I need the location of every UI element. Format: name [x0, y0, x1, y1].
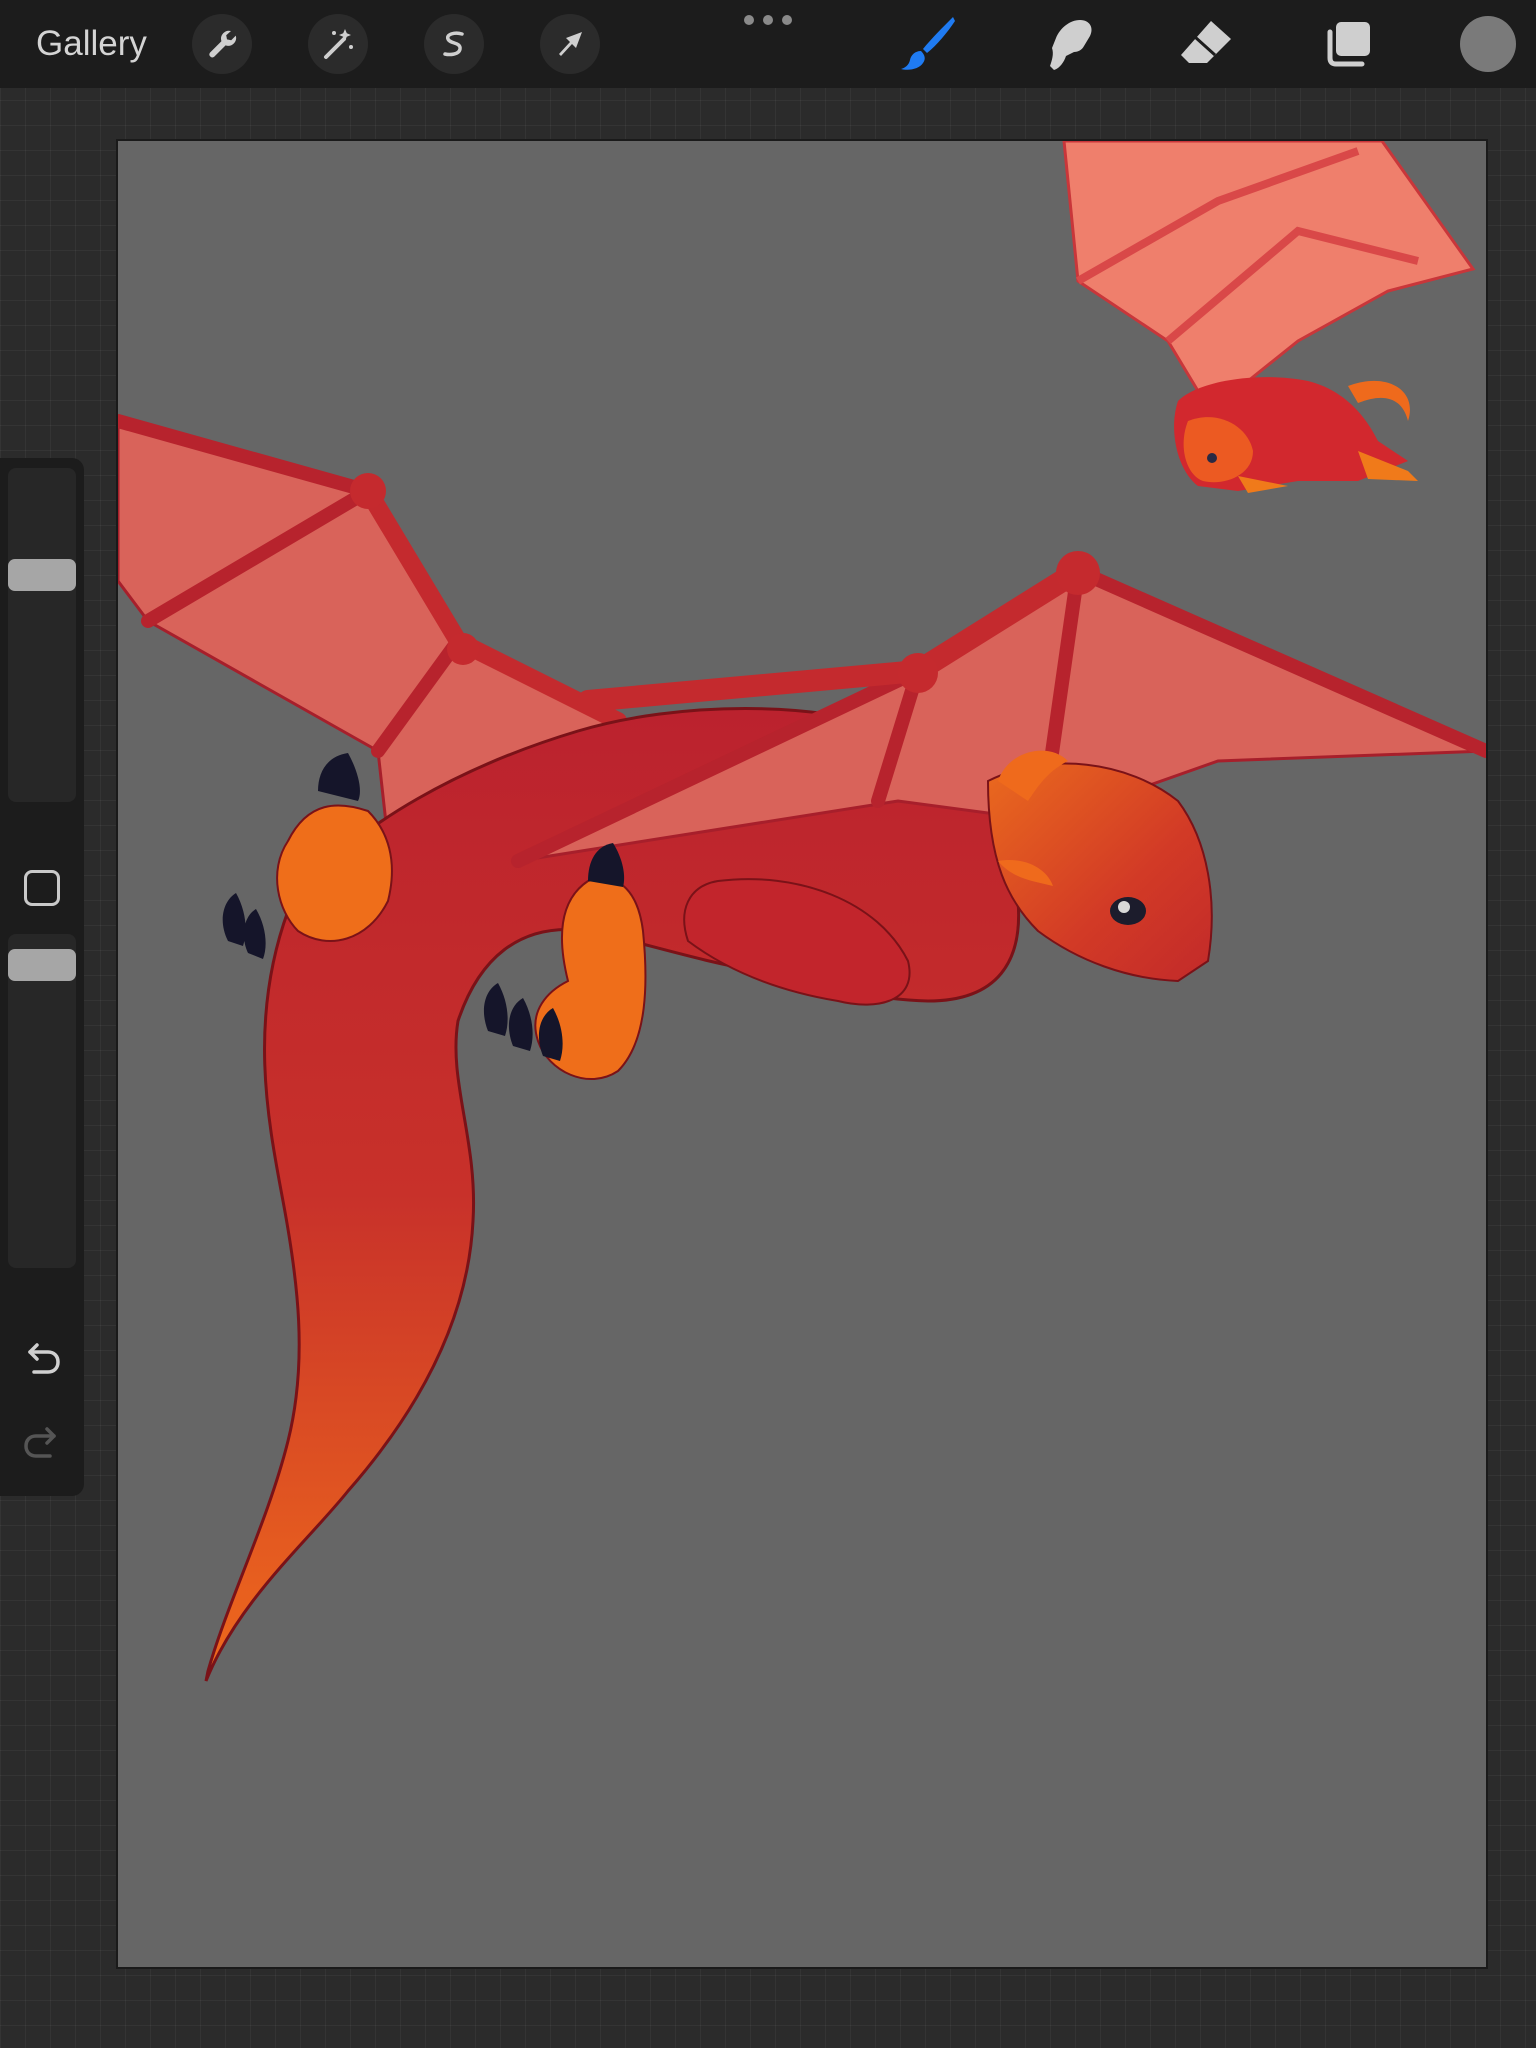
layers-icon — [1327, 22, 1370, 67]
actions-button[interactable] — [192, 14, 252, 74]
toolbar-handle[interactable] — [744, 14, 792, 26]
eraser-tool-button[interactable] — [1172, 10, 1240, 78]
brush-opacity-slider[interactable] — [8, 934, 76, 1268]
brush-size-slider[interactable] — [8, 468, 76, 802]
selection-s-icon — [443, 31, 464, 57]
drawing-canvas[interactable] — [118, 141, 1486, 1967]
dragon-artwork — [118, 141, 1486, 1682]
transform-button[interactable] — [540, 14, 600, 74]
color-picker-button[interactable] — [1460, 16, 1516, 72]
redo-arrow-icon — [24, 1427, 56, 1458]
magic-wand-icon — [324, 29, 353, 59]
brush-size-thumb[interactable] — [8, 559, 76, 591]
wrench-icon — [209, 30, 237, 58]
left-sidebar — [0, 458, 84, 1496]
selection-button[interactable] — [424, 14, 484, 74]
eraser-icon — [1181, 21, 1231, 63]
undo-arrow-icon — [28, 1343, 60, 1374]
undo-button[interactable] — [20, 1336, 64, 1380]
brush-tool-button[interactable] — [894, 10, 962, 78]
brush-icon — [901, 17, 955, 70]
brush-opacity-thumb[interactable] — [8, 949, 76, 981]
layers-button[interactable] — [1314, 10, 1382, 78]
smudge-finger-icon — [1050, 20, 1092, 70]
modify-square-button[interactable] — [24, 870, 60, 906]
redo-button[interactable] — [20, 1420, 64, 1464]
gallery-button[interactable]: Gallery — [36, 20, 147, 68]
smudge-tool-button[interactable] — [1034, 10, 1102, 78]
small-dragon — [1062, 141, 1476, 493]
top-toolbar: Gallery — [0, 0, 1536, 88]
arrow-cursor-icon — [559, 32, 582, 56]
dragon-head — [986, 750, 1213, 983]
adjustments-button[interactable] — [308, 14, 368, 74]
